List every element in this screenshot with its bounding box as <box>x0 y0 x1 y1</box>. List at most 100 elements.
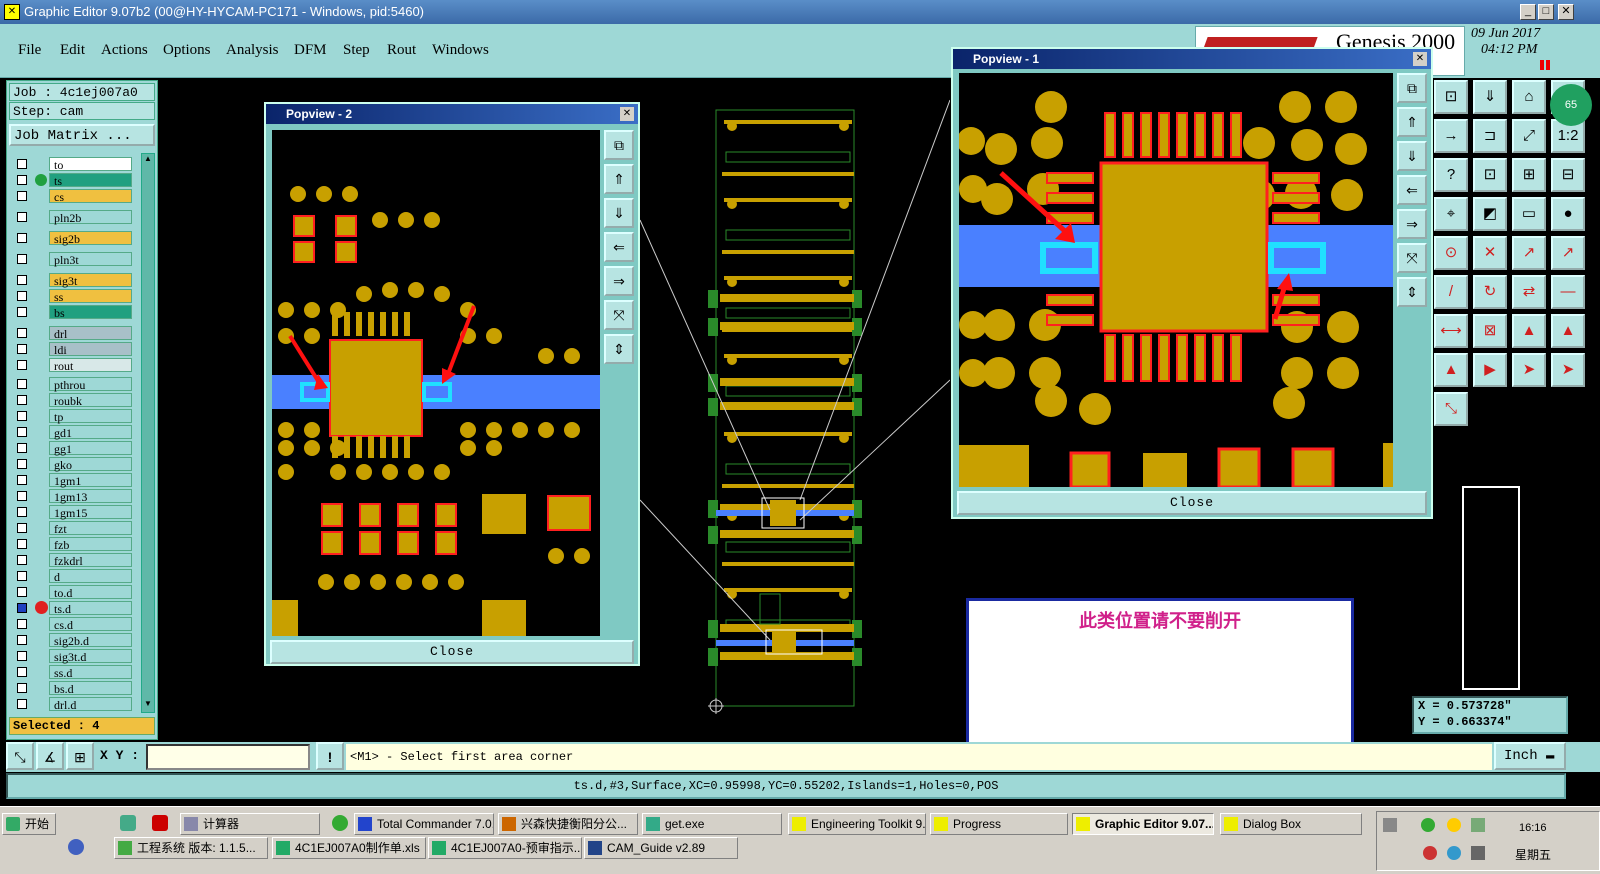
popview-1-close-button[interactable]: Close <box>957 491 1427 515</box>
layer-row-ss[interactable]: ss <box>15 289 139 304</box>
menu-actions[interactable]: Actions <box>101 42 148 59</box>
layer-row-ts[interactable]: ts <box>15 173 139 188</box>
line-icon[interactable]: / <box>1434 275 1468 309</box>
pdf-icon[interactable] <box>152 815 168 831</box>
menu-rout[interactable]: Rout <box>387 42 416 59</box>
layer-checkbox[interactable] <box>17 291 27 301</box>
layer-row-cs[interactable]: cs <box>15 189 139 204</box>
menu-step[interactable]: Step <box>343 42 370 59</box>
keyboard-icon[interactable] <box>1383 818 1397 832</box>
zoom-vertical-icon[interactable]: ⇕ <box>1397 277 1427 307</box>
taskbar-item[interactable]: Engineering Toolkit 9.... <box>788 813 926 835</box>
info-icon[interactable]: ! <box>316 742 344 770</box>
zoom-home-icon[interactable]: ⧉ <box>1397 73 1427 103</box>
view-icon[interactable]: ◩ <box>1473 197 1507 231</box>
help-icon[interactable]: ? <box>1434 158 1468 192</box>
measure-icon[interactable]: ∡ <box>36 742 64 770</box>
layer-checkbox[interactable] <box>17 443 27 453</box>
zoom-vertical-icon[interactable]: ⇕ <box>604 334 634 364</box>
scroll-down-icon[interactable]: ▼ <box>143 699 153 711</box>
pan-down-icon[interactable]: ⇓ <box>1397 141 1427 171</box>
rotate-icon[interactable]: ↻ <box>1473 275 1507 309</box>
home-icon[interactable]: ⌂ <box>1512 80 1546 114</box>
security-icon[interactable] <box>1423 846 1437 860</box>
layer-row-to[interactable]: to <box>15 157 139 172</box>
menu-windows[interactable]: Windows <box>432 42 489 59</box>
layer-row-tp[interactable]: tp <box>15 409 139 424</box>
play-icon[interactable]: ▶ <box>1473 353 1507 387</box>
filter-icon[interactable]: ⊟ <box>1551 158 1585 192</box>
layer-row-sig3t[interactable]: sig3t <box>15 273 139 288</box>
popview-1-canvas[interactable] <box>959 73 1393 487</box>
layer-row-fzb[interactable]: fzb <box>15 537 139 552</box>
mirror-icon[interactable]: ⇄ <box>1512 275 1546 309</box>
dot-icon[interactable]: ● <box>1551 197 1585 231</box>
quicklaunch-icon[interactable] <box>120 815 136 831</box>
maximize-button[interactable]: □ <box>1538 4 1554 20</box>
snap-icon[interactable]: ⊡ <box>1434 80 1468 114</box>
taskbar-item[interactable]: 兴森快捷衡阳分公... <box>498 813 638 835</box>
taskbar-item[interactable]: Graphic Editor 9.07... <box>1072 813 1214 835</box>
resize-icon[interactable]: ⤡ <box>1434 392 1468 426</box>
layer-checkbox[interactable] <box>17 619 27 629</box>
grid-icon[interactable]: ⊞ <box>1512 158 1546 192</box>
pointer-icon[interactable]: ➤ <box>1512 353 1546 387</box>
overview-panel[interactable] <box>1462 486 1520 690</box>
network-status-icon[interactable] <box>1471 818 1485 832</box>
layer-checkbox[interactable] <box>17 603 27 613</box>
layer-checkbox[interactable] <box>17 395 27 405</box>
popview-1-close-icon[interactable]: ✕ <box>1413 52 1427 66</box>
layer-checkbox[interactable] <box>17 635 27 645</box>
stretch-icon[interactable]: ⟷ <box>1434 314 1468 348</box>
delete-icon[interactable]: ✕ <box>1473 236 1507 270</box>
taskbar-item[interactable]: Total Commander 7.0... <box>354 813 494 835</box>
layer-row-bs-d[interactable]: bs.d <box>15 681 139 696</box>
network-icon[interactable] <box>68 839 84 855</box>
next-icon[interactable]: → <box>1434 119 1468 153</box>
box-icon[interactable]: ⊠ <box>1473 314 1507 348</box>
taskbar-item[interactable]: Dialog Box <box>1220 813 1362 835</box>
layer-row-fzt[interactable]: fzt <box>15 521 139 536</box>
layer-checkbox[interactable] <box>17 475 27 485</box>
layer-row-pln2b[interactable]: pln2b <box>15 210 139 225</box>
layer-row-drl[interactable]: drl <box>15 326 139 341</box>
pan-right-icon[interactable]: ⇒ <box>604 266 634 296</box>
layer-checkbox[interactable] <box>17 507 27 517</box>
layer-row-gko[interactable]: gko <box>15 457 139 472</box>
layer-checkbox[interactable] <box>17 379 27 389</box>
pan-up-icon[interactable]: ⇑ <box>1397 107 1427 137</box>
circle-icon[interactable]: ⊙ <box>1434 236 1468 270</box>
layer-checkbox[interactable] <box>17 233 27 243</box>
layer-checkbox[interactable] <box>17 191 27 201</box>
layer-row-gd1[interactable]: gd1 <box>15 425 139 440</box>
taskbar-item[interactable]: CAM_Guide v2.89 <box>584 837 738 859</box>
taskbar-item[interactable]: 4C1EJ007A0制作单.xls <box>272 837 426 859</box>
layer-row-rout[interactable]: rout <box>15 358 139 373</box>
triangle-icon[interactable]: ▲ <box>1551 314 1585 348</box>
layer-checkbox[interactable] <box>17 699 27 709</box>
move-icon[interactable]: ⤢ <box>1512 119 1546 153</box>
zoom-home-icon[interactable]: ⧉ <box>604 130 634 160</box>
grid-icon[interactable]: ⊞ <box>66 742 94 770</box>
scroll-up-icon[interactable]: ▲ <box>143 154 153 166</box>
layer-checkbox[interactable] <box>17 344 27 354</box>
layer-row-pthrou[interactable]: pthrou <box>15 377 139 392</box>
pan-down-icon[interactable]: ⇓ <box>604 198 634 228</box>
layer-checkbox[interactable] <box>17 651 27 661</box>
layer-row-pln3t[interactable]: pln3t <box>15 252 139 267</box>
taskbar-item[interactable]: 4C1EJ007A0-预审指示... <box>428 837 582 859</box>
minimize-button[interactable]: _ <box>1520 4 1536 20</box>
tray-app-icon[interactable] <box>1421 818 1435 832</box>
layer-checkbox[interactable] <box>17 523 27 533</box>
layer-row-drl-d[interactable]: drl.d <box>15 697 139 712</box>
target-icon[interactable]: ⌖ <box>1434 197 1468 231</box>
update-icon[interactable] <box>1447 846 1461 860</box>
taskbar-item[interactable]: 计算器 <box>180 813 320 835</box>
menu-analysis[interactable]: Analysis <box>226 42 279 59</box>
zoom-area-icon[interactable]: ⤡ <box>6 742 34 770</box>
layer-row-1gm1[interactable]: 1gm1 <box>15 473 139 488</box>
close-window-button[interactable]: ✕ <box>1558 4 1574 20</box>
layer-row-ldi[interactable]: ldi <box>15 342 139 357</box>
ruler-icon[interactable]: ▭ <box>1512 197 1546 231</box>
layer-row-1gm13[interactable]: 1gm13 <box>15 489 139 504</box>
